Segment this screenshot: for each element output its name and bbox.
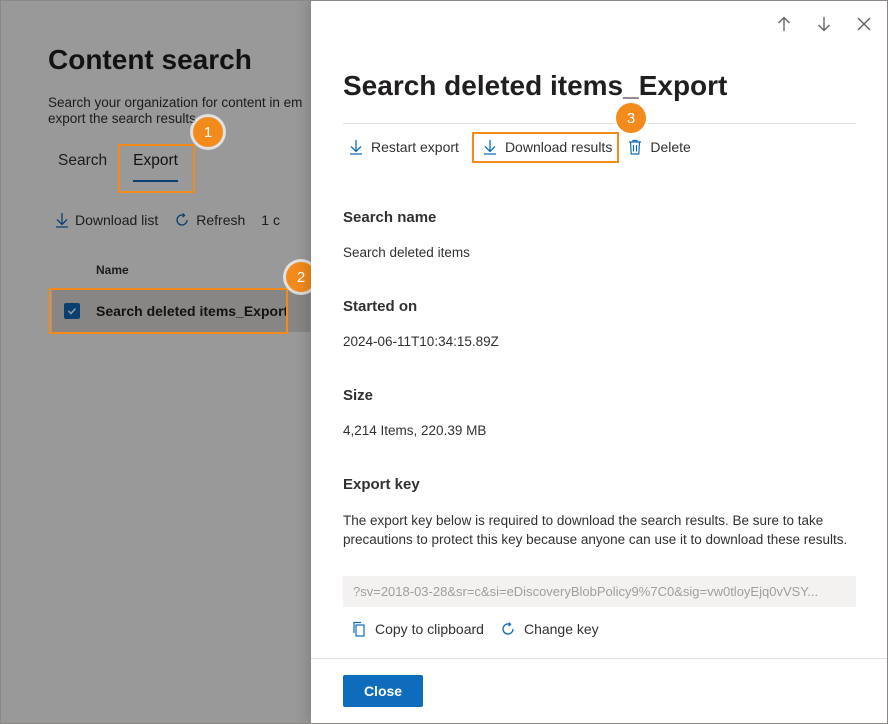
divider bbox=[343, 123, 856, 124]
arrow-down-icon[interactable] bbox=[814, 14, 834, 34]
size-label: Size bbox=[343, 387, 374, 404]
close-icon[interactable] bbox=[854, 14, 874, 34]
details-panel: Search deleted items_Export Restart expo… bbox=[311, 0, 888, 724]
export-key-description: The export key below is required to down… bbox=[343, 513, 848, 547]
change-key-button[interactable]: Change key bbox=[500, 617, 599, 641]
close-button[interactable]: Close bbox=[343, 675, 423, 707]
download-icon bbox=[350, 140, 362, 155]
started-on-label: Started on bbox=[343, 298, 418, 315]
panel-nav bbox=[754, 14, 874, 34]
export-key-actions: Copy to clipboard Change key bbox=[351, 617, 615, 641]
export-key-label: Export key bbox=[343, 476, 420, 493]
started-on-value: 2024-06-11T10:34:15.89Z bbox=[343, 334, 499, 349]
modal-overlay[interactable] bbox=[0, 0, 311, 724]
export-key-field[interactable] bbox=[343, 576, 856, 607]
callout-box-download-results bbox=[472, 132, 619, 163]
callout-3: 3 bbox=[616, 103, 646, 133]
callout-box-selected-row bbox=[49, 288, 288, 334]
search-name-value: Search deleted items bbox=[343, 245, 470, 260]
refresh-icon bbox=[502, 622, 514, 635]
copy-to-clipboard-button[interactable]: Copy to clipboard bbox=[351, 617, 484, 641]
size-value: 4,214 Items, 220.39 MB bbox=[343, 423, 487, 438]
trash-icon bbox=[629, 139, 642, 155]
callout-box-export-tab bbox=[118, 144, 195, 193]
delete-button[interactable]: Delete bbox=[628, 135, 691, 159]
arrow-up-icon[interactable] bbox=[774, 14, 794, 34]
search-name-label: Search name bbox=[343, 209, 437, 226]
footer-divider bbox=[311, 658, 888, 659]
copy-icon bbox=[353, 621, 365, 637]
restart-export-button[interactable]: Restart export bbox=[349, 135, 459, 159]
panel-title: Search deleted items_Export bbox=[343, 70, 728, 101]
callout-1: 1 bbox=[193, 117, 223, 147]
